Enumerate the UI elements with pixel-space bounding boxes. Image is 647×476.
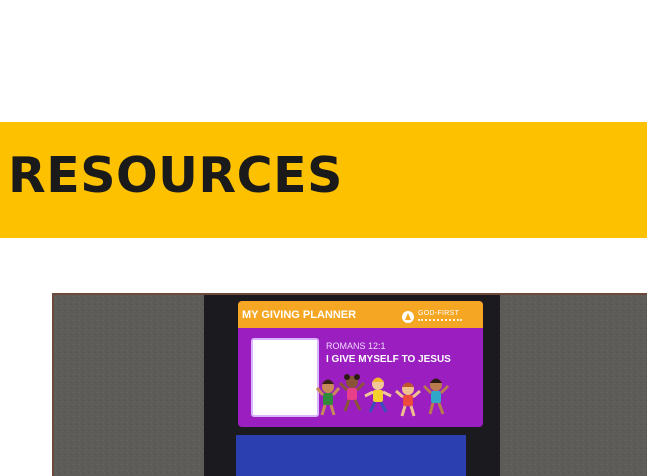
god-first-logo-icon	[402, 311, 414, 323]
child-figure	[364, 377, 392, 413]
photo-placeholder	[251, 338, 319, 417]
child-figure	[316, 379, 341, 416]
child-figure	[422, 378, 450, 415]
card-title: MY GIVING PLANNER	[242, 309, 357, 321]
child-figure	[338, 374, 366, 412]
verse-text: I GIVE MYSELF TO JESUS	[326, 354, 451, 365]
resource-photo: MY GIVING PLANNER GOD-FIRST ROMANS 12:1 …	[52, 293, 647, 476]
child-figure	[395, 382, 421, 417]
section-title: RESOURCES	[8, 147, 343, 204]
brand-name: GOD-FIRST	[418, 310, 460, 317]
verse-reference: ROMANS 12:1	[326, 341, 386, 351]
planner-card: MY GIVING PLANNER GOD-FIRST ROMANS 12:1 …	[238, 301, 483, 427]
folder-pocket	[236, 435, 466, 476]
children-illustration	[316, 374, 450, 417]
brand-tagline-dots	[418, 319, 462, 323]
